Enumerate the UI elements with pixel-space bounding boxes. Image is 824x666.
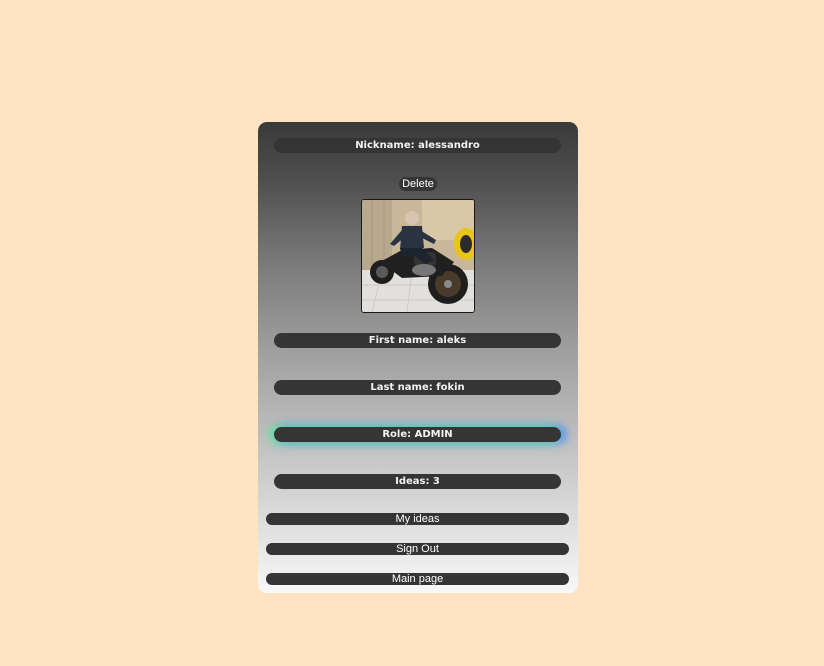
profile-card: Nickname: alessandro Delete First name: … bbox=[258, 122, 578, 593]
last-name-field: Last name: fokin bbox=[274, 380, 561, 395]
first-name-field: First name: aleks bbox=[274, 333, 561, 348]
avatar bbox=[361, 199, 475, 313]
main-page-button[interactable]: Main page bbox=[266, 573, 569, 585]
avatar-photo-icon bbox=[362, 200, 474, 312]
sign-out-button[interactable]: Sign Out bbox=[266, 543, 569, 555]
delete-button[interactable]: Delete bbox=[399, 177, 437, 191]
nickname-field: Nickname: alessandro bbox=[274, 138, 561, 153]
role-field: Role: ADMIN bbox=[274, 427, 561, 442]
my-ideas-button[interactable]: My ideas bbox=[266, 513, 569, 525]
ideas-count-field: Ideas: 3 bbox=[274, 474, 561, 489]
